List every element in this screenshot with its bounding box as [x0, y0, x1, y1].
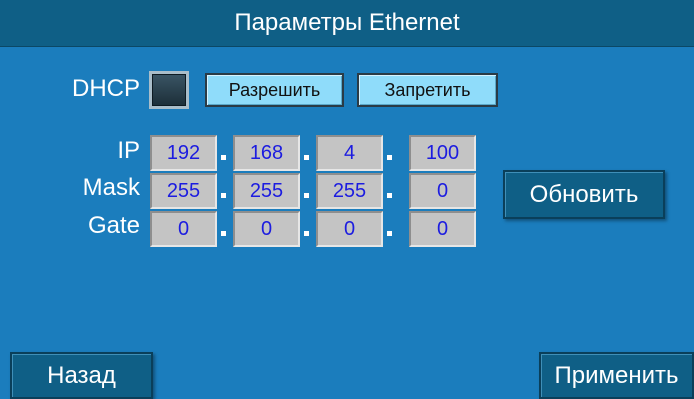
gate-octet-3[interactable]: 0 — [316, 211, 383, 247]
gate-octet-4[interactable]: 0 — [409, 211, 476, 247]
ip-octet-1[interactable]: 192 — [150, 135, 217, 171]
back-button[interactable]: Назад — [10, 352, 153, 399]
ip-dot-separator — [387, 155, 392, 160]
ip-octet-4[interactable]: 100 — [409, 135, 476, 171]
mask-dot-separator — [387, 193, 392, 198]
dhcp-status-indicator — [149, 71, 189, 109]
mask-octet-3[interactable]: 255 — [316, 173, 383, 209]
dhcp-label: DHCP — [71, 75, 140, 102]
gate-label: Gate — [87, 212, 140, 239]
mask-octet-2[interactable]: 255 — [233, 173, 300, 209]
gate-dot-separator — [304, 231, 309, 236]
ip-octet-2[interactable]: 168 — [233, 135, 300, 171]
mask-octet-1[interactable]: 255 — [150, 173, 217, 209]
page-title: Параметры Ethernet — [234, 9, 460, 36]
mask-label: Mask — [82, 174, 140, 201]
dhcp-enable-button[interactable]: Разрешить — [205, 73, 344, 107]
dhcp-disable-button[interactable]: Запретить — [357, 73, 498, 107]
ip-dot-separator — [304, 155, 309, 160]
gate-dot-separator — [221, 231, 226, 236]
ip-label: IP — [117, 137, 140, 164]
mask-octet-4[interactable]: 0 — [409, 173, 476, 209]
ip-dot-separator — [221, 155, 226, 160]
ip-octet-3[interactable]: 4 — [316, 135, 383, 171]
title-bar: Параметры Ethernet — [0, 0, 694, 47]
gate-octet-2[interactable]: 0 — [233, 211, 300, 247]
mask-dot-separator — [221, 193, 226, 198]
refresh-button[interactable]: Обновить — [503, 170, 665, 219]
gate-octet-1[interactable]: 0 — [150, 211, 217, 247]
gate-dot-separator — [387, 231, 392, 236]
mask-dot-separator — [304, 193, 309, 198]
apply-button[interactable]: Применить — [539, 352, 694, 399]
